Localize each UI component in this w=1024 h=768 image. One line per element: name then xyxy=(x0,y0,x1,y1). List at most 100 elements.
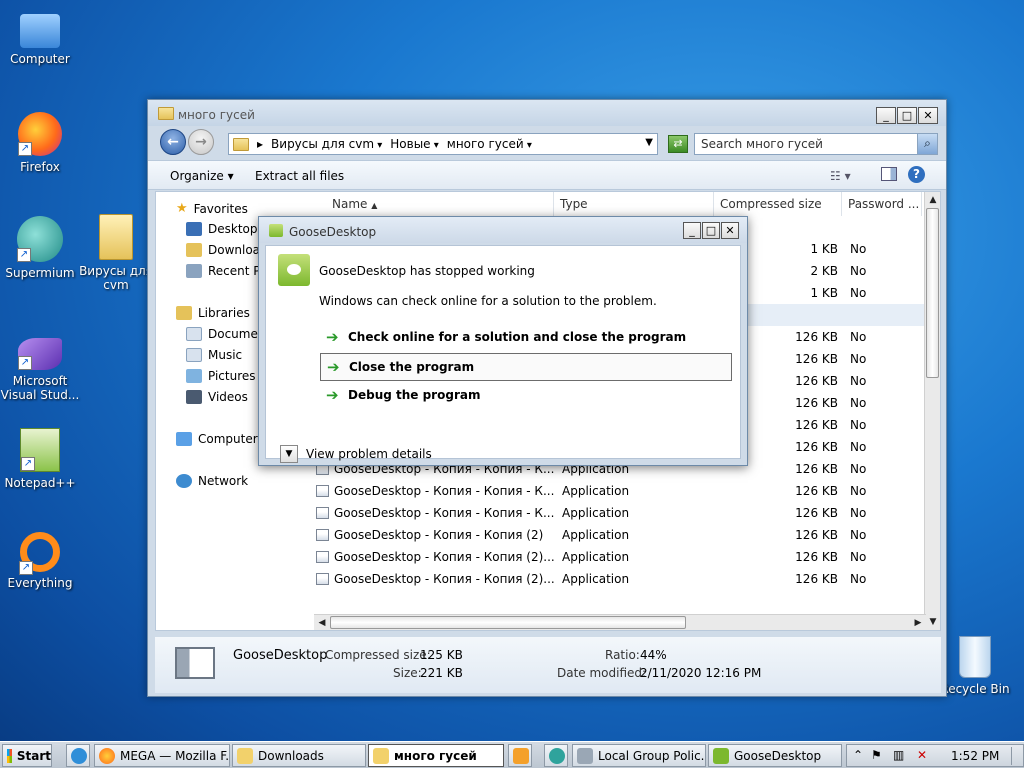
ratio-label: Ratio: xyxy=(605,648,640,662)
maximize-button[interactable]: □ xyxy=(702,222,720,239)
window-title: много гусей xyxy=(178,108,255,122)
visual-studio-icon: ↗ xyxy=(18,338,62,370)
refresh-button[interactable]: ⇄ xyxy=(668,135,688,153)
nav-libraries[interactable]: Libraries xyxy=(176,306,250,320)
table-row[interactable]: GooseDesktop - Копия - Копия (2) Applicat… xyxy=(314,524,924,546)
breadcrumb-item[interactable]: Новые xyxy=(390,137,439,151)
notepadpp-icon: ↗ xyxy=(20,428,60,472)
minimize-button[interactable]: _ xyxy=(876,107,896,124)
taskbar-item-group-policy[interactable]: Local Group Polic... xyxy=(572,744,706,767)
scroll-left-arrow[interactable]: ◀ xyxy=(314,615,330,631)
nav-computer[interactable]: Computer xyxy=(176,432,258,446)
minimize-button[interactable]: _ xyxy=(683,222,701,239)
green-arrow-icon: ➔ xyxy=(327,358,340,376)
desktop-icon-recycle-bin[interactable]: Recycle Bin xyxy=(935,636,1015,696)
green-arrow-icon: ➔ xyxy=(326,386,339,404)
taskbar-item-explorer[interactable]: много гусей xyxy=(368,744,504,767)
organize-button[interactable]: Organize ▾ xyxy=(170,169,234,183)
breadcrumb-item[interactable]: Вирусы для cvm xyxy=(271,137,382,151)
start-button[interactable]: Start xyxy=(2,744,52,767)
close-program-button[interactable]: ➔ Close the program xyxy=(320,353,732,381)
help-icon[interactable]: ? xyxy=(908,166,925,183)
nav-network[interactable]: Network xyxy=(176,474,248,488)
address-dropdown-icon[interactable]: ▼ xyxy=(645,137,653,148)
quicklaunch-supermium-icon[interactable] xyxy=(544,744,568,767)
column-password[interactable]: Password ... xyxy=(842,192,922,216)
explorer-titlebar[interactable]: много гусей _ □ ✕ xyxy=(148,100,946,126)
extract-all-button[interactable]: Extract all files xyxy=(255,169,344,183)
table-row[interactable]: GooseDesktop - Копия - Копия (2)... Appli… xyxy=(314,546,924,568)
file-password: No xyxy=(850,528,867,542)
scroll-thumb[interactable] xyxy=(926,208,939,378)
goose-app-icon xyxy=(713,747,729,764)
desktop-icon-notepadpp[interactable]: ↗ Notepad++ xyxy=(0,428,80,490)
taskbar-item-downloads[interactable]: Downloads xyxy=(232,744,366,767)
nav-desktop[interactable]: Desktop xyxy=(186,222,258,236)
volume-muted-icon[interactable]: ✕ xyxy=(917,748,927,762)
scroll-thumb[interactable] xyxy=(330,616,686,629)
check-online-button[interactable]: ➔ Check online for a solution and close t… xyxy=(320,324,732,352)
vertical-scrollbar[interactable]: ▲ ▼ xyxy=(924,192,940,630)
debug-program-button[interactable]: ➔ Debug the program xyxy=(320,382,732,410)
scroll-up-arrow[interactable]: ▲ xyxy=(925,192,941,208)
desktop-icon-visual-studio[interactable]: ↗ Microsoft Visual Stud... xyxy=(0,330,80,402)
scroll-right-arrow[interactable]: ▶ xyxy=(910,615,926,631)
table-row[interactable]: GooseDesktop - Копия - Копия - К... Appli… xyxy=(314,502,924,524)
file-password: No xyxy=(850,286,867,300)
desktop-icon-computer[interactable]: Computer xyxy=(0,8,80,66)
breadcrumb-item[interactable]: много гусей xyxy=(447,137,532,151)
quicklaunch-ie-icon[interactable] xyxy=(66,744,90,767)
desktop-icon-label: Microsoft Visual Stud... xyxy=(0,374,80,402)
column-name[interactable]: Name ▲ xyxy=(314,192,554,216)
taskbar-item-mega[interactable]: MEGA — Mozilla F... xyxy=(94,744,230,767)
show-desktop-button[interactable] xyxy=(1011,747,1021,765)
desktop-icon-folder-viruses[interactable]: Вирусы для cvm xyxy=(76,214,156,292)
dialog-titlebar[interactable]: GooseDesktop _ □ ✕ xyxy=(259,217,747,243)
desktop-icon-everything[interactable]: ↗ Everything xyxy=(0,532,80,590)
error-dialog[interactable]: GooseDesktop _ □ ✕ GooseDesktop has stop… xyxy=(258,216,748,466)
forward-button[interactable]: → xyxy=(188,129,214,155)
compressed-size-label: Compressed size: xyxy=(325,648,431,662)
desktop-icon-label: Computer xyxy=(10,52,70,66)
close-button[interactable]: ✕ xyxy=(918,107,938,124)
desktop-icon-label: Вирусы для cvm xyxy=(79,264,153,292)
desktop-icon-label: Supermium xyxy=(5,266,75,280)
application-file-icon xyxy=(316,485,329,497)
horizontal-scrollbar[interactable]: ◀ ▶ xyxy=(314,614,926,630)
chevron-down-icon[interactable]: ▼ xyxy=(280,445,298,463)
back-button[interactable]: ← xyxy=(160,129,186,155)
network-tray-icon[interactable]: ▥ xyxy=(893,748,904,762)
column-compressed-size[interactable]: Compressed size xyxy=(714,192,842,216)
clock[interactable]: 1:52 PM xyxy=(951,749,999,763)
group-policy-icon xyxy=(577,747,593,764)
dialog-message: Windows can check online for a solution … xyxy=(319,294,657,308)
nav-pictures[interactable]: Pictures xyxy=(186,369,256,383)
maximize-button[interactable]: □ xyxy=(897,107,917,124)
file-compressed-size: 126 KB xyxy=(795,462,838,476)
view-problem-details[interactable]: ▼ View problem details xyxy=(280,445,432,463)
taskbar-item-goosedesktop[interactable]: GooseDesktop xyxy=(708,744,842,767)
search-icon[interactable]: ⌕ xyxy=(917,134,937,154)
column-type[interactable]: Type xyxy=(554,192,714,216)
desktop-icon-firefox[interactable]: ↗ Firefox xyxy=(0,112,80,174)
tray-expand-icon[interactable]: ⌃ xyxy=(853,748,863,762)
desktop-icon-supermium[interactable]: ↗ Supermium xyxy=(0,216,80,280)
search-input[interactable]: Search много гусей ⌕ xyxy=(694,133,938,155)
nav-favorites[interactable]: ★ Favorites xyxy=(176,201,248,216)
close-button[interactable]: ✕ xyxy=(721,222,739,239)
preview-pane-icon[interactable] xyxy=(881,167,897,181)
action-center-flag-icon[interactable]: ⚑ xyxy=(871,748,882,762)
shortcut-arrow-icon: ↗ xyxy=(18,356,32,370)
file-compressed-size: 1 KB xyxy=(810,242,838,256)
dialog-title: GooseDesktop xyxy=(289,225,377,239)
nav-music[interactable]: Music xyxy=(186,348,242,362)
table-row[interactable]: GooseDesktop - Копия - Копия (2)... Appli… xyxy=(314,568,924,590)
quicklaunch-media-icon[interactable] xyxy=(508,744,532,767)
table-row[interactable]: GooseDesktop - Копия - Копия - К... Appli… xyxy=(314,480,924,502)
address-bar[interactable]: ▸ Вирусы для cvm Новые много гусей ▼ xyxy=(228,133,658,155)
nav-videos[interactable]: Videos xyxy=(186,390,248,404)
windows-logo-icon xyxy=(7,748,12,763)
file-type: Application xyxy=(562,484,630,498)
scroll-down-arrow[interactable]: ▼ xyxy=(925,614,941,630)
view-options-icon[interactable]: ☷ ▾ xyxy=(830,169,851,183)
